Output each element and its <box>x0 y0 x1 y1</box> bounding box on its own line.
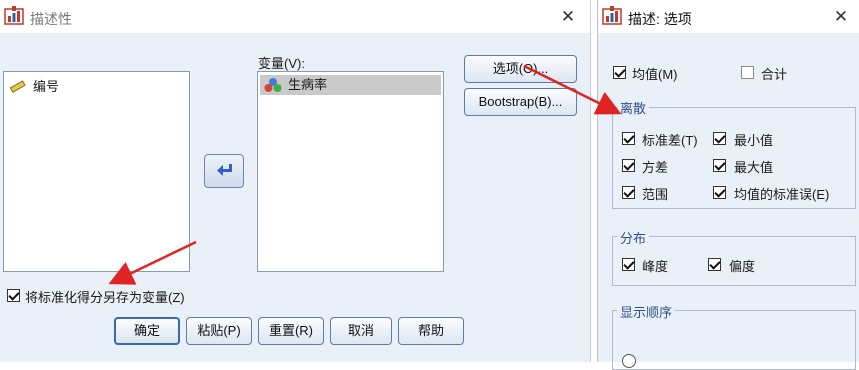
annotation-arrow <box>108 240 197 285</box>
annotation-arrow <box>523 64 622 115</box>
annotation-arrows <box>108 64 622 285</box>
